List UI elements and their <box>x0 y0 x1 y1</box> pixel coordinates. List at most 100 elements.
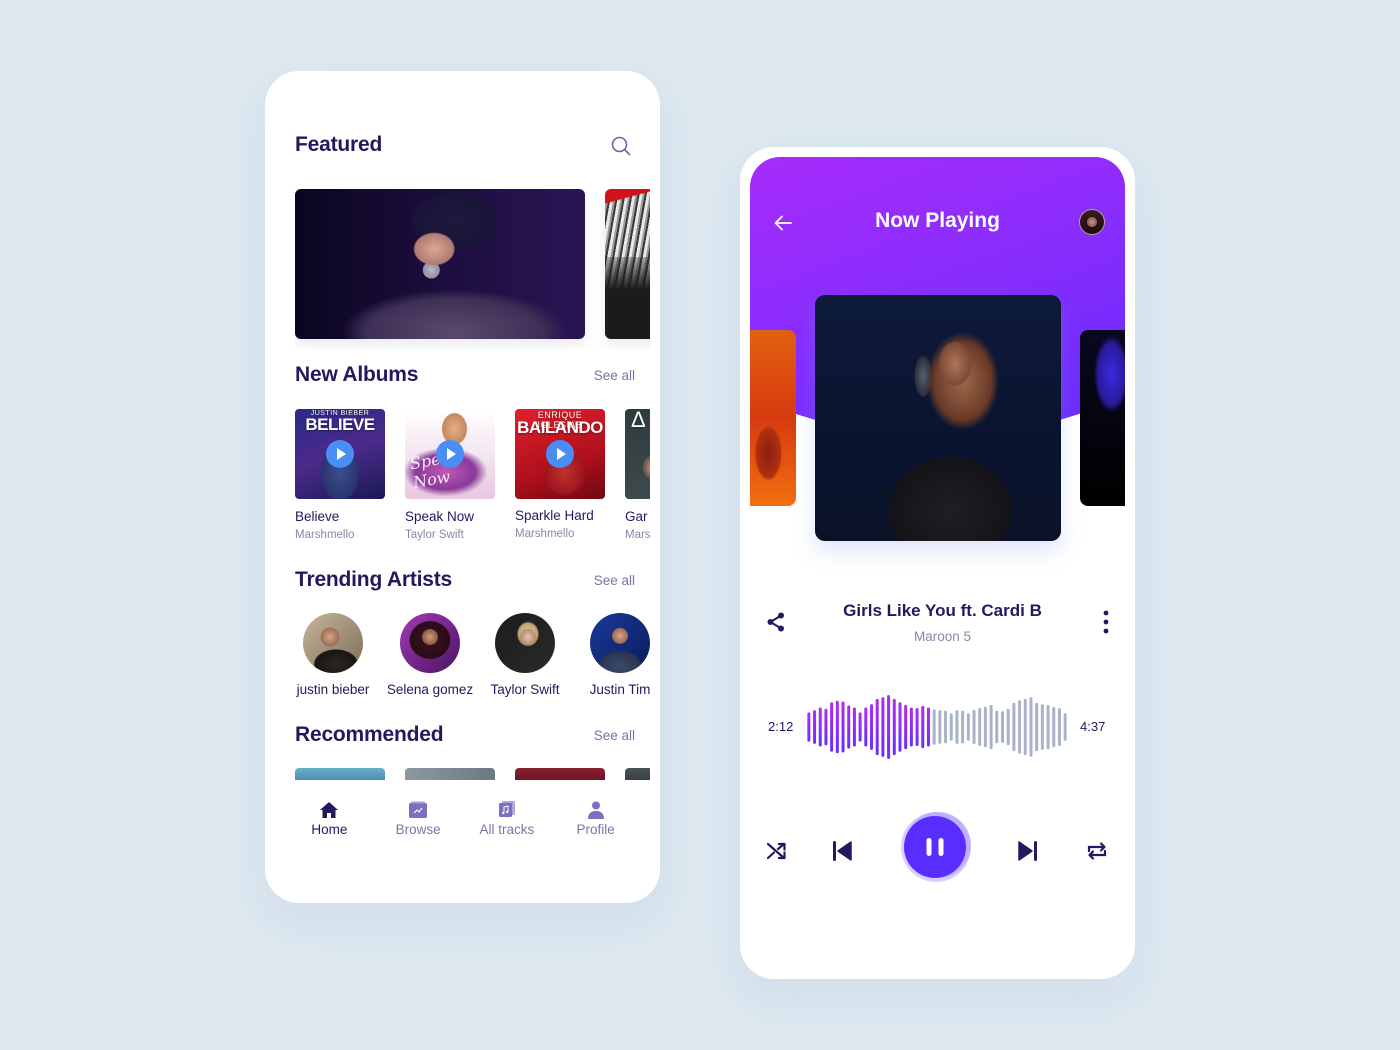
waveform-bar-unplayed <box>938 710 942 744</box>
waveform-bar-played <box>813 710 817 744</box>
now-playing-title: Now Playing <box>875 209 1000 232</box>
waveform-bar-played <box>921 705 925 749</box>
artist-name: Taylor Swift <box>490 682 560 697</box>
waveform-bar-unplayed <box>1018 700 1022 754</box>
waveform-bar-played <box>841 701 845 753</box>
time-elapsed: 2:12 <box>768 719 794 734</box>
artist-avatar[interactable] <box>495 613 555 673</box>
waveform-bar-unplayed <box>983 706 987 748</box>
waveform-bar-unplayed <box>1057 708 1061 746</box>
artist-item[interactable]: Justin Tim <box>574 613 650 697</box>
album-cover[interactable]: Δ <box>625 409 650 499</box>
home-screen: Featured New Albums See all JUSTIN BIEBE… <box>265 71 660 903</box>
user-icon <box>587 801 604 819</box>
recommended-item[interactable] <box>295 768 385 780</box>
repeat-icon[interactable] <box>1086 840 1108 862</box>
album-artist: Taylor Swift <box>405 529 464 541</box>
album-title: Speak Now <box>405 509 475 524</box>
waveform-bar-unplayed <box>961 710 965 744</box>
new-albums-title: New Albums <box>295 363 419 386</box>
featured-card[interactable] <box>605 189 650 339</box>
nav-label: Profile <box>576 822 615 837</box>
recommended-item[interactable] <box>405 768 495 780</box>
waveform-bar-played <box>807 712 811 742</box>
waveform-bar-unplayed <box>966 713 970 741</box>
more-options-icon[interactable] <box>1099 609 1113 635</box>
previous-track-cover[interactable] <box>750 330 796 506</box>
home-icon <box>320 802 339 818</box>
search-icon[interactable] <box>610 135 632 157</box>
waveform-bar-unplayed <box>1001 711 1004 743</box>
album-cover[interactable]: Speak Now <box>405 409 495 499</box>
album-cover[interactable]: ENRIQUE IGLESIAS BAILANDO <box>515 409 605 499</box>
waveform-bar-played <box>835 700 839 754</box>
recommended-list <box>295 768 650 780</box>
album-item[interactable]: Δ Gar Mars <box>625 409 650 541</box>
waveform-bar-played <box>858 712 862 742</box>
waveform-bar-unplayed <box>972 709 976 745</box>
next-track-cover[interactable] <box>1080 330 1125 506</box>
waveform-bar-unplayed <box>955 710 959 744</box>
album-artist: Marshmello <box>295 529 355 541</box>
user-avatar[interactable] <box>1079 209 1105 235</box>
featured-card[interactable] <box>295 189 585 339</box>
waveform-bar-played <box>887 695 891 759</box>
album-item[interactable]: ENRIQUE IGLESIAS BAILANDO Sparkle Hard M… <box>515 409 605 540</box>
nav-label: Browse <box>395 822 441 837</box>
waveform-bar-played <box>881 697 885 757</box>
waveform-seekbar[interactable] <box>806 687 1068 767</box>
waveform-bar-played <box>818 707 822 747</box>
waveform-bar-unplayed <box>1063 713 1067 741</box>
nav-label: All tracks <box>479 822 535 837</box>
artist-name: Selena gomez <box>386 682 474 697</box>
new-albums-see-all-link[interactable]: See all <box>594 368 635 383</box>
album-title: Believe <box>295 509 340 524</box>
skip-previous-icon[interactable] <box>831 839 853 863</box>
trending-artists-see-all-link[interactable]: See all <box>594 573 635 588</box>
album-cover[interactable]: JUSTIN BIEBER BELIEVE <box>295 409 385 499</box>
nav-item-home[interactable]: Home <box>285 800 374 903</box>
featured-carousel[interactable] <box>295 189 650 349</box>
artist-item[interactable]: justin bieber <box>290 613 379 697</box>
waveform-bar-unplayed <box>978 708 982 746</box>
recommended-see-all-link[interactable]: See all <box>594 728 635 743</box>
artist-item[interactable]: Taylor Swift <box>479 613 571 697</box>
waveform-bar-played <box>864 707 868 747</box>
waveform-bar-unplayed <box>1029 697 1033 757</box>
album-title: Sparkle Hard <box>515 508 594 523</box>
album-item[interactable]: Speak Now Speak Now Taylor Swift <box>405 409 495 541</box>
nav-label: Home <box>311 822 348 837</box>
recommended-item[interactable] <box>515 768 605 780</box>
album-cover-text: Δ <box>631 409 646 432</box>
trending-artists-list: justin bieber Selena gomez Taylor Swift … <box>290 613 650 708</box>
pause-button[interactable] <box>900 807 974 887</box>
play-icon[interactable] <box>436 440 464 468</box>
waveform-bar-played <box>830 702 834 752</box>
skip-next-icon[interactable] <box>1017 839 1039 863</box>
album-item[interactable]: JUSTIN BIEBER BELIEVE Believe Marshmello <box>295 409 385 541</box>
artist-avatar[interactable] <box>400 613 460 673</box>
song-title: Girls Like You ft. Cardi B <box>843 601 1042 620</box>
artist-item[interactable]: Selena gomez <box>384 613 476 697</box>
bottom-navigation: Home Browse All tracks Profile <box>265 780 660 903</box>
play-icon[interactable] <box>326 440 354 468</box>
shuffle-icon[interactable] <box>766 840 788 862</box>
waveform-bar-played <box>875 698 879 756</box>
waveform-bar-unplayed <box>1023 698 1027 756</box>
waveform-bar-unplayed <box>995 710 999 744</box>
nav-item-browse[interactable]: Browse <box>374 800 463 903</box>
new-albums-header: New Albums See all <box>295 363 635 387</box>
nav-item-all-tracks[interactable]: All tracks <box>463 800 552 903</box>
waveform-bar-played <box>909 707 913 747</box>
current-track-cover[interactable] <box>815 295 1061 541</box>
browse-icon <box>409 801 428 818</box>
recommended-item[interactable] <box>625 768 650 780</box>
play-icon[interactable] <box>546 440 574 468</box>
music-note-icon <box>498 801 515 817</box>
trending-artists-title: Trending Artists <box>295 568 453 591</box>
waveform-bar-played <box>915 708 919 746</box>
artist-avatar[interactable] <box>590 613 650 673</box>
album-artist: Marshmello <box>515 528 575 540</box>
artist-avatar[interactable] <box>303 613 363 673</box>
nav-item-profile[interactable]: Profile <box>551 800 640 903</box>
